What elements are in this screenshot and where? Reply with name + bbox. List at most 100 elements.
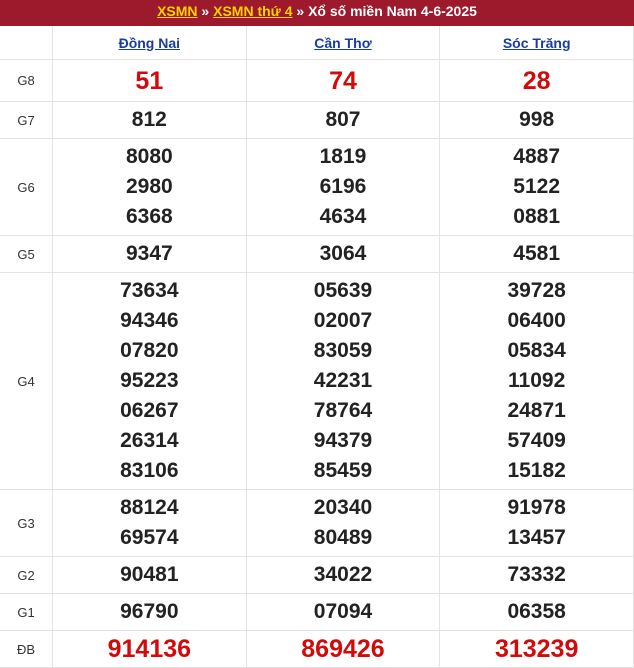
prize-number: 28 [522, 66, 551, 95]
prize-number: 83059 [313, 339, 373, 362]
prize-number: 5122 [513, 175, 561, 198]
xsmn-link[interactable]: XSMN [157, 3, 197, 19]
prize-number: 06267 [120, 399, 179, 422]
prize-label: G8 [0, 59, 53, 102]
prize-cell: 1819 6196 4634 [245, 138, 441, 236]
prize-cell: 34022 [245, 556, 441, 594]
prize-cell: 9347 [52, 235, 247, 273]
prize-number: 9347 [125, 242, 173, 265]
prize-number: 96790 [120, 600, 179, 623]
prize-cell: 73634 94346 07820 95223 06267 26314 83106 [52, 272, 247, 490]
prize-number: 88124 [120, 496, 179, 519]
prize-label: G3 [0, 489, 53, 557]
prize-rows: G8 51 74 28 G7 812 807 998 G6 8080 2980 6368 1819 619… [0, 59, 634, 668]
prize-number: 3064 [319, 242, 367, 265]
prize-cell: 73332 [439, 556, 634, 594]
prize-number: 6196 [319, 175, 367, 198]
prize-cell: 05639 02007 83059 42231 78764 94379 85459 [245, 272, 441, 490]
page-title: Xổ số miền Nam 4-6-2025 [308, 3, 477, 19]
prize-number: 313239 [494, 635, 579, 663]
prize-number: 90481 [120, 563, 179, 586]
prize-label: G5 [0, 235, 53, 273]
prize-number: 74 [329, 66, 357, 95]
xsmn-thu4-link[interactable]: XSMN thứ 4 [213, 3, 292, 19]
prize-number: 4634 [319, 205, 367, 228]
prize-cell: 807 [245, 101, 441, 139]
prize-number: 07820 [120, 339, 179, 362]
breadcrumb-separator: » [292, 3, 309, 19]
prize-number: 1819 [319, 145, 367, 168]
prize-label: ĐB [0, 630, 53, 668]
prize-number: 06358 [507, 600, 566, 623]
prize-row: G6 8080 2980 6368 1819 6196 4634 4887 5122 0881 [0, 138, 634, 236]
prize-row: G2 90481 34022 73332 [0, 556, 634, 594]
province-dong-nai[interactable]: Đồng Nai [52, 26, 247, 60]
prize-number: 34022 [313, 563, 373, 586]
prize-row: G4 73634 94346 07820 95223 06267 26314 83106 056… [0, 272, 634, 490]
prize-number: 85459 [313, 459, 373, 482]
prize-number: 6368 [125, 205, 173, 228]
prize-number: 11092 [508, 369, 566, 392]
prize-number: 26314 [120, 429, 179, 452]
prize-cell: 812 [52, 101, 247, 139]
prize-cell: 20340 80489 [245, 489, 441, 557]
prize-number: 998 [519, 108, 555, 131]
prize-cell: 96790 [52, 593, 247, 631]
prize-row: G3 88124 69574 20340 80489 91978 13457 [0, 489, 634, 557]
prize-row: G8 51 74 28 [0, 59, 634, 102]
prize-number: 39728 [507, 279, 566, 302]
province-soc-trang[interactable]: Sóc Trăng [439, 26, 634, 60]
prize-number: 8080 [125, 145, 173, 168]
prize-cell: 869426 [245, 630, 441, 668]
prize-number: 02007 [313, 309, 373, 332]
prize-cell: 8080 2980 6368 [52, 138, 247, 236]
prize-number: 83106 [120, 459, 179, 482]
prize-number: 4887 [513, 145, 561, 168]
prize-cell: 4581 [439, 235, 634, 273]
prize-label: G7 [0, 101, 53, 139]
prize-number: 91978 [507, 496, 566, 519]
prize-number: 24871 [507, 399, 566, 422]
prize-cell: 07094 [245, 593, 441, 631]
page-header: XSMN » XSMN thứ 4 » Xổ số miền Nam 4-6-2… [0, 0, 634, 26]
prize-number: 78764 [313, 399, 373, 422]
prize-label: G1 [0, 593, 53, 631]
province-link[interactable]: Đồng Nai [119, 35, 180, 51]
province-can-tho[interactable]: Cần Thơ [245, 26, 441, 60]
prize-number: 80489 [313, 526, 373, 549]
prize-number: 05834 [507, 339, 566, 362]
corner-cell [0, 26, 53, 60]
province-link[interactable]: Cần Thơ [314, 35, 371, 51]
prize-cell: 914136 [52, 630, 247, 668]
prize-number: 95223 [120, 369, 179, 392]
prize-cell: 998 [439, 101, 634, 139]
prize-cell: 90481 [52, 556, 247, 594]
province-link[interactable]: Sóc Trăng [503, 35, 571, 51]
prize-number: 20340 [313, 496, 373, 519]
prize-number: 812 [131, 108, 167, 131]
prize-number: 807 [325, 108, 361, 131]
prize-label: G6 [0, 138, 53, 236]
prize-row: ĐB 914136 869426 313239 [0, 630, 634, 668]
prize-cell: 28 [439, 59, 634, 102]
prize-number: 0881 [513, 205, 561, 228]
prize-row: G1 96790 07094 06358 [0, 593, 634, 631]
prize-cell: 06358 [439, 593, 634, 631]
prize-label: G2 [0, 556, 53, 594]
prize-number: 914136 [107, 635, 192, 663]
prize-number: 73332 [507, 563, 566, 586]
prize-number: 15182 [507, 459, 566, 482]
prize-cell: 4887 5122 0881 [439, 138, 634, 236]
prize-cell: 74 [245, 59, 441, 102]
prize-number: 13457 [507, 526, 566, 549]
prize-row: G5 9347 3064 4581 [0, 235, 634, 273]
prize-label: G4 [0, 272, 53, 490]
province-header-row: Đồng Nai Cần Thơ Sóc Trăng [0, 26, 634, 60]
prize-cell: 51 [52, 59, 247, 102]
prize-number: 94346 [120, 309, 179, 332]
prize-number: 4581 [513, 242, 561, 265]
prize-number: 51 [135, 66, 164, 95]
prize-cell: 88124 69574 [52, 489, 247, 557]
prize-number: 69574 [120, 526, 179, 549]
prize-number: 73634 [120, 279, 179, 302]
